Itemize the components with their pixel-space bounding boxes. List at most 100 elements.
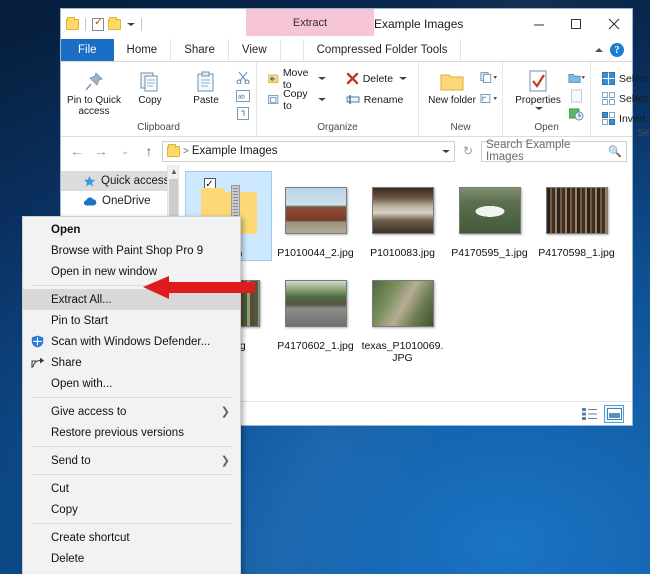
new-item-icon[interactable] <box>480 70 498 85</box>
menu-item-restore-previous-versions[interactable]: Restore previous versions <box>23 422 240 443</box>
file-item-image[interactable]: P4170602_1.jpg <box>272 264 359 364</box>
quick-access-toolbar[interactable] <box>61 9 144 39</box>
copy-to-button[interactable]: Copy to <box>265 87 329 112</box>
recent-locations-icon[interactable]: ⌄ <box>114 140 136 162</box>
menu-item-open[interactable]: Open <box>23 219 240 240</box>
tab-home[interactable]: Home <box>113 39 172 61</box>
paste-shortcut-icon[interactable] <box>234 106 251 121</box>
new-folder-button[interactable]: New folder <box>424 65 480 106</box>
file-name: P4170602_1.jpg <box>277 340 354 352</box>
search-input[interactable]: Search Example Images 🔍 <box>481 139 627 163</box>
sidebar-item-quick-access[interactable]: Quick access <box>61 171 178 191</box>
menu-item-browse-with-paint-shop-pro[interactable]: Browse with Paint Shop Pro 9 <box>23 240 240 261</box>
new-small-icons <box>480 65 498 106</box>
file-item-image[interactable]: texas_P1010069.JPG <box>359 264 446 364</box>
tab-file[interactable]: File <box>61 39 114 61</box>
file-item-image[interactable]: P1010083.jpg <box>359 171 446 261</box>
select-none-label: Select none <box>619 92 650 105</box>
help-icon[interactable]: ? <box>610 43 624 57</box>
pin-to-quick-access-button[interactable]: Pin to Quick access <box>66 65 122 117</box>
chevron-up-icon[interactable] <box>595 48 603 52</box>
up-arrow-icon[interactable]: ↑ <box>138 140 160 162</box>
delete-button[interactable]: Delete <box>343 69 410 88</box>
menu-item-rename[interactable]: Rename <box>23 569 240 574</box>
file-item-image[interactable]: P4170598_1.jpg <box>533 171 620 261</box>
paste-button[interactable]: Paste <box>178 65 234 106</box>
large-icons-view-button[interactable] <box>604 404 624 423</box>
menu-item-pin-to-start[interactable]: Pin to Start <box>23 310 240 331</box>
minimize-button[interactable] <box>521 9 558 39</box>
menu-item-create-shortcut[interactable]: Create shortcut <box>23 527 240 548</box>
close-button[interactable] <box>595 9 632 39</box>
invert-selection-label: Invert selection <box>619 112 650 125</box>
paste-icon <box>195 69 217 95</box>
invert-selection-button[interactable]: Invert selection <box>599 109 650 128</box>
organize-col-2: Delete Rename <box>343 65 410 109</box>
menu-item-cut[interactable]: Cut <box>23 478 240 499</box>
file-name: P4170598_1.jpg <box>538 247 615 259</box>
menu-item-send-to[interactable]: Send to ❯ <box>23 450 240 471</box>
chevron-down-icon[interactable] <box>317 77 326 80</box>
menu-separator <box>31 446 232 447</box>
menu-item-share[interactable]: Share <box>23 352 240 373</box>
context-menu[interactable]: Open Browse with Paint Shop Pro 9 Open i… <box>22 216 241 574</box>
search-icon[interactable]: 🔍 <box>608 145 622 158</box>
folder-icon <box>167 143 180 157</box>
cut-icon[interactable] <box>234 70 251 85</box>
details-view-button[interactable] <box>579 405 599 423</box>
properties-icon <box>527 69 549 95</box>
chevron-down-icon[interactable] <box>127 22 135 26</box>
history-icon[interactable] <box>568 106 585 121</box>
new-folder-icon[interactable] <box>108 16 121 30</box>
file-row-1: ✓ es.zip P1010044_2.jpg <box>185 171 632 261</box>
maximize-button[interactable] <box>558 9 595 39</box>
tab-view[interactable]: View <box>229 39 281 61</box>
ribbon-group-label-select: Select <box>637 128 650 139</box>
divider <box>141 17 142 31</box>
properties-button[interactable]: Properties <box>508 65 568 110</box>
tab-share[interactable]: Share <box>171 39 229 61</box>
copy-to-label: Copy to <box>283 87 308 112</box>
menu-item-give-access-to[interactable]: Give access to ❯ <box>23 401 240 422</box>
edit-icon[interactable] <box>568 88 585 103</box>
open-icon[interactable] <box>568 70 586 85</box>
sidebar-item-label: Quick access <box>101 175 170 187</box>
contextual-tab-label: Extract <box>292 16 328 29</box>
menu-item-copy[interactable]: Copy <box>23 499 240 520</box>
chevron-down-icon[interactable] <box>442 149 450 153</box>
select-none-button[interactable]: Select none <box>599 89 650 108</box>
properties-icon[interactable] <box>92 16 104 31</box>
address-input[interactable]: > Example Images <box>162 140 455 162</box>
chevron-down-icon[interactable] <box>535 107 544 110</box>
menu-item-open-with[interactable]: Open with... <box>23 373 240 394</box>
easy-access-icon[interactable] <box>480 91 498 106</box>
forward-arrow-icon[interactable]: → <box>90 140 112 162</box>
menu-item-scan-with-windows-defender[interactable]: Scan with Windows Defender... <box>23 331 240 352</box>
file-item-image[interactable]: P4170595_1.jpg <box>446 171 533 261</box>
move-to-button[interactable]: Move to <box>265 67 329 91</box>
chevron-down-icon[interactable] <box>317 98 326 101</box>
image-thumbnail <box>284 186 347 234</box>
star-icon <box>83 175 96 186</box>
scroll-up-icon[interactable]: ▲ <box>170 167 178 176</box>
contextual-tab-banner: Extract <box>246 9 374 36</box>
copy-button[interactable]: Copy <box>122 65 178 106</box>
search-placeholder: Search Example Images <box>486 139 571 163</box>
ribbon-group-organize: Move to Copy to Delete Rename Organize <box>257 62 420 136</box>
refresh-icon[interactable]: ↻ <box>457 140 479 162</box>
back-arrow-icon[interactable]: ← <box>66 140 88 162</box>
chevron-down-icon[interactable] <box>399 77 408 80</box>
ribbon: Pin to Quick access Copy Paste ab Clipbo… <box>61 62 650 139</box>
file-item-image[interactable]: P1010044_2.jpg <box>272 171 359 261</box>
folder-icon[interactable] <box>66 16 79 30</box>
copy-path-icon[interactable]: ab <box>234 88 251 103</box>
rename-button[interactable]: Rename <box>343 90 410 109</box>
tab-compressed-folder-tools[interactable]: Compressed Folder Tools <box>302 39 462 61</box>
sidebar-item-onedrive[interactable]: OneDrive <box>61 191 178 211</box>
breadcrumb-path[interactable]: Example Images <box>192 145 278 157</box>
ribbon-group-label-organize: Organize <box>317 122 358 133</box>
select-all-button[interactable]: Select all <box>599 69 650 88</box>
menu-item-delete[interactable]: Delete <box>23 548 240 569</box>
window-title: Example Images <box>374 17 464 31</box>
window-controls <box>521 9 632 39</box>
